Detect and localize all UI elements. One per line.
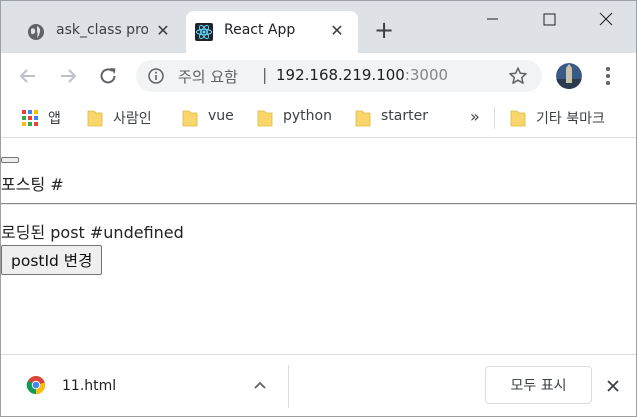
apps-grid-icon — [22, 110, 38, 126]
folder-icon — [510, 110, 526, 127]
shelf-divider — [288, 365, 289, 408]
window-close-icon[interactable] — [584, 6, 628, 32]
download-shelf: 11.html 모두 표시 — [0, 354, 637, 417]
page-content: 포스팅 # 로딩된 post #undefined postId 변경 — [0, 138, 637, 354]
chrome-file-icon[interactable] — [26, 375, 46, 395]
url-text: 192.168.219.100:3000 — [276, 66, 448, 84]
chevron-up-icon[interactable] — [252, 377, 268, 393]
url-port: :3000 — [404, 66, 449, 84]
tab-title: React App — [224, 22, 296, 38]
profile-avatar[interactable] — [556, 63, 582, 89]
bookmarks-overflow-button[interactable]: » — [470, 107, 480, 126]
bookmarks-divider — [494, 107, 495, 129]
tab-close-icon[interactable]: ✕ — [328, 22, 346, 40]
bookmark-label: python — [283, 108, 332, 124]
tab-ask-class[interactable]: ask_class proj ✕ — [18, 11, 182, 53]
folder-icon — [87, 110, 103, 127]
folder-icon — [257, 110, 273, 127]
bookmark-star-icon[interactable] — [508, 66, 528, 86]
post-heading: 포스팅 # — [1, 175, 64, 194]
empty-button[interactable] — [1, 157, 19, 163]
show-all-button[interactable]: 모두 표시 — [485, 366, 592, 404]
tab-close-icon[interactable]: ✕ — [154, 22, 172, 40]
info-icon[interactable] — [148, 68, 164, 84]
url-host: 192.168.219.100 — [276, 66, 405, 84]
loaded-post-text: 로딩된 post #undefined — [1, 223, 184, 242]
maximize-icon[interactable] — [527, 6, 571, 32]
close-icon[interactable] — [604, 377, 622, 395]
reload-icon[interactable] — [96, 64, 120, 88]
forward-arrow-icon[interactable] — [56, 64, 80, 88]
more-menu-icon[interactable] — [598, 65, 618, 87]
new-tab-button[interactable]: + — [372, 18, 396, 42]
address-bar[interactable]: 주의 요함 | 192.168.219.100:3000 — [136, 60, 542, 92]
horizontal-rule — [0, 203, 637, 205]
tab-react-app[interactable]: React App ✕ — [186, 11, 358, 53]
react-logo-icon — [195, 23, 213, 41]
url-separator: | — [262, 65, 268, 84]
security-label: 주의 요함 — [178, 68, 238, 86]
tab-title: ask_class proj — [56, 22, 148, 38]
bookmark-label: 앱 — [48, 111, 61, 127]
back-arrow-icon[interactable] — [16, 64, 40, 88]
title-bar: ask_class proj ✕ React App ✕ + — [0, 0, 637, 53]
globe-icon — [28, 24, 44, 40]
bookmark-label: 사람인 — [113, 111, 152, 127]
minimize-icon[interactable] — [470, 6, 514, 32]
bookmark-label: 기타 북마크 — [536, 111, 605, 127]
bookmarks-bar: 앱 사람인 vue python starter » 기타 북마크 — [0, 99, 637, 138]
download-file-name[interactable]: 11.html — [62, 378, 116, 394]
change-postid-button[interactable]: postId 변경 — [1, 245, 103, 275]
browser-toolbar: 주의 요함 | 192.168.219.100:3000 — [0, 53, 637, 99]
bookmark-label: vue — [208, 108, 234, 124]
folder-icon — [182, 110, 198, 127]
bookmark-label: starter — [381, 108, 428, 124]
folder-icon — [355, 110, 371, 127]
